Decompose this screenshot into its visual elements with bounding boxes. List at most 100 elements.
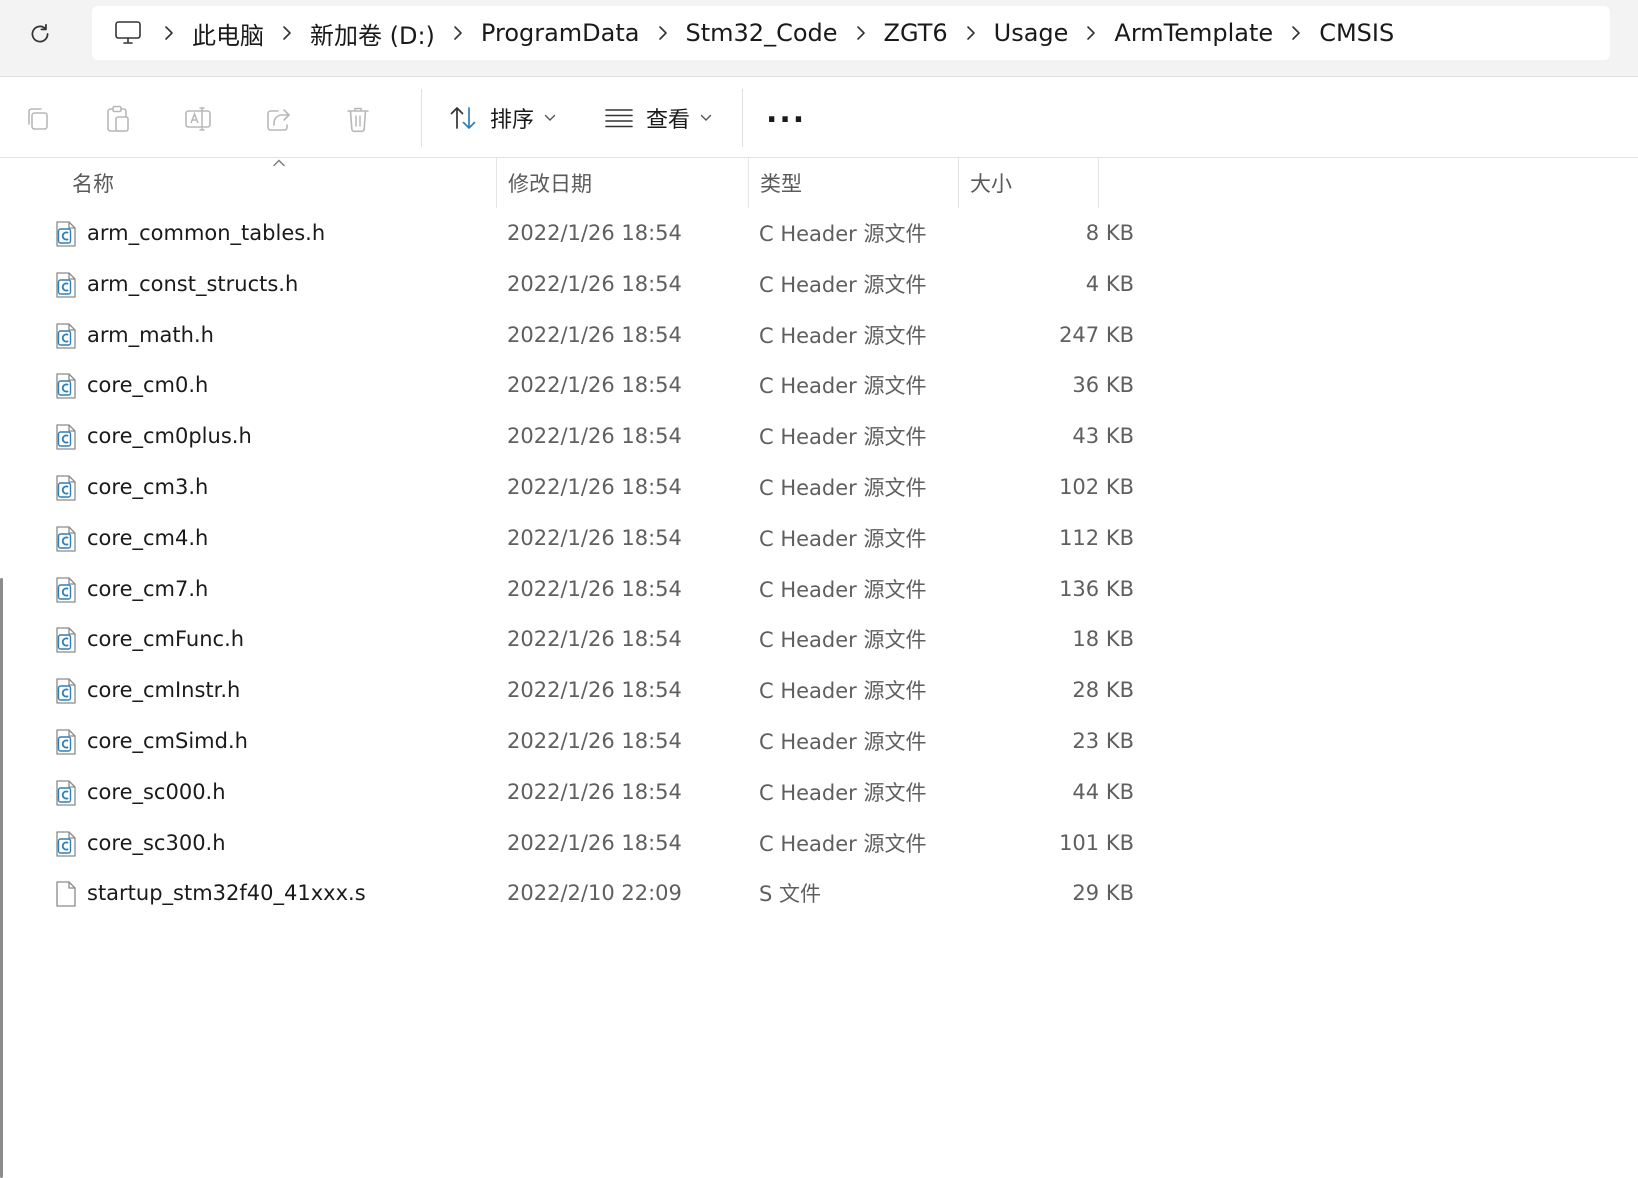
- file-name: core_sc300.h: [87, 830, 226, 855]
- copy-button[interactable]: [18, 99, 58, 139]
- file-name-cell[interactable]: core_cm4.h: [55, 513, 208, 563]
- c-file-icon: [55, 423, 77, 450]
- column-divider[interactable]: [1098, 158, 1099, 208]
- address-bar: 此电脑 新加卷 (D:) ProgramData Stm32_Code ZGT6 Usag…: [0, 0, 1638, 77]
- file-name-cell[interactable]: core_sc000.h: [55, 767, 226, 817]
- toolbar-divider: [421, 89, 422, 147]
- chevron-right-icon[interactable]: [1275, 18, 1317, 48]
- view-label: 查看: [646, 108, 691, 133]
- file-name-cell[interactable]: core_cm3.h: [55, 462, 208, 512]
- column-header-type[interactable]: 类型: [748, 158, 958, 208]
- chevron-right-icon[interactable]: [950, 18, 992, 48]
- chevron-right-icon[interactable]: [437, 18, 479, 48]
- column-size-label: 大小: [970, 172, 1012, 196]
- file-name: core_cm0.h: [87, 373, 209, 398]
- file-date: 2022/1/26 18:54: [507, 475, 682, 499]
- file-row[interactable]: core_cmSimd.h 2022/1/26 18:54 C Header 源文件…: [48, 716, 1134, 766]
- file-type: C Header 源文件: [759, 780, 927, 805]
- breadcrumb-item[interactable]: Usage: [992, 19, 1071, 47]
- file-name-cell[interactable]: core_cmSimd.h: [55, 716, 248, 766]
- file-type: C Header 源文件: [759, 679, 927, 704]
- toolbar-divider: [742, 89, 743, 147]
- file-name-cell[interactable]: startup_stm32f40_41xxx.s: [55, 868, 366, 918]
- file-row[interactable]: core_cm3.h 2022/1/26 18:54 C Header 源文件 102…: [48, 462, 1134, 512]
- file-size: 44 KB: [1072, 779, 1134, 804]
- file-date: 2022/1/26 18:54: [507, 424, 682, 449]
- file-size: 43 KB: [1072, 424, 1134, 449]
- file-row[interactable]: startup_stm32f40_41xxx.s 2022/2/10 22:09 S…: [48, 868, 1134, 918]
- chevron-right-icon[interactable]: [266, 18, 308, 48]
- column-header-size[interactable]: 大小: [958, 158, 1098, 208]
- breadcrumb-item[interactable]: Stm32_Code: [684, 19, 840, 47]
- file-list: 名称 修改日期 类型 大小 arm_common_tables.h 2022/1/…: [0, 158, 1638, 1178]
- file-row[interactable]: core_cmFunc.h 2022/1/26 18:54 C Header 源文件…: [48, 614, 1134, 664]
- file-size: 101 KB: [1059, 830, 1134, 855]
- file-row[interactable]: core_cm0plus.h 2022/1/26 18:54 C Header 源文…: [48, 411, 1134, 461]
- file-type: C Header 源文件: [759, 577, 927, 602]
- breadcrumb-item[interactable]: ProgramData: [479, 19, 642, 47]
- file-name-cell[interactable]: core_cmFunc.h: [55, 614, 244, 664]
- file-row[interactable]: arm_const_structs.h 2022/1/26 18:54 C Head…: [48, 259, 1134, 309]
- breadcrumb-item[interactable]: 新加卷 (D:): [308, 16, 437, 51]
- c-file-icon: [55, 728, 77, 755]
- file-row[interactable]: core_sc300.h 2022/1/26 18:54 C Header 源文件 1…: [48, 818, 1134, 868]
- rename-button[interactable]: [178, 99, 218, 139]
- file-size: 18 KB: [1072, 627, 1134, 652]
- file-size: 247 KB: [1059, 322, 1134, 347]
- view-button[interactable]: 查看: [604, 95, 712, 141]
- command-toolbar: 排序 查看 ...: [0, 77, 1638, 158]
- c-file-icon: [55, 372, 77, 400]
- breadcrumb-item[interactable]: ZGT6: [882, 19, 950, 47]
- file-row[interactable]: core_cm7.h 2022/1/26 18:54 C Header 源文件 136…: [48, 564, 1134, 614]
- sort-button[interactable]: 排序: [448, 95, 556, 141]
- file-name: arm_math.h: [87, 322, 214, 347]
- file-date: 2022/1/26 18:54: [507, 221, 682, 245]
- file-date: 2022/1/26 18:54: [507, 322, 682, 347]
- paste-button[interactable]: [98, 99, 138, 139]
- breadcrumb-item[interactable]: CMSIS: [1317, 19, 1396, 47]
- share-button[interactable]: [258, 99, 298, 139]
- refresh-button[interactable]: [20, 14, 60, 54]
- file-name-cell[interactable]: core_cm0.h: [55, 360, 208, 410]
- column-header-date[interactable]: 修改日期: [496, 158, 748, 208]
- more-options-label: ...: [766, 94, 807, 130]
- c-file-icon: [55, 271, 77, 298]
- breadcrumb-item[interactable]: ArmTemplate: [1112, 19, 1275, 47]
- file-name-cell[interactable]: core_cm7.h: [55, 564, 208, 614]
- c-file-icon: [55, 220, 77, 247]
- file-row[interactable]: core_cm4.h 2022/1/26 18:54 C Header 源文件 112…: [48, 513, 1134, 563]
- vertical-scrollbar[interactable]: [0, 578, 3, 1178]
- file-row[interactable]: arm_math.h 2022/1/26 18:54 C Header 源文件 247…: [48, 310, 1134, 360]
- file-name-cell[interactable]: core_cmInstr.h: [55, 665, 240, 715]
- delete-button[interactable]: [338, 99, 378, 139]
- chevron-down-icon: [544, 114, 556, 122]
- this-pc-icon[interactable]: [114, 20, 142, 46]
- column-name-label: 名称: [72, 172, 114, 196]
- file-name-cell[interactable]: core_sc300.h: [55, 818, 226, 868]
- sort-ascending-caret-icon: [273, 159, 285, 167]
- chevron-right-icon[interactable]: [642, 18, 684, 48]
- column-date-label: 修改日期: [508, 172, 592, 196]
- c-file-icon: [55, 779, 77, 806]
- file-row[interactable]: core_cm0.h 2022/1/26 18:54 C Header 源文件 36 …: [48, 360, 1134, 410]
- file-name-cell[interactable]: arm_const_structs.h: [55, 259, 298, 309]
- file-name-cell[interactable]: arm_math.h: [55, 310, 214, 360]
- file-name-cell[interactable]: core_cm0plus.h: [55, 411, 252, 461]
- file-row[interactable]: core_sc000.h 2022/1/26 18:54 C Header 源文件 4…: [48, 767, 1134, 817]
- chevron-right-icon[interactable]: [148, 18, 190, 48]
- sort-arrows-icon: [450, 107, 476, 129]
- chevron-right-icon[interactable]: [1070, 18, 1112, 48]
- more-options-button[interactable]: ...: [766, 89, 806, 135]
- file-name-cell[interactable]: arm_common_tables.h: [55, 208, 325, 258]
- view-list-icon: [605, 109, 633, 128]
- refresh-icon: [31, 23, 49, 43]
- breadcrumb[interactable]: 此电脑 新加卷 (D:) ProgramData Stm32_Code ZGT6 Usag…: [92, 6, 1610, 60]
- c-file-icon: [55, 525, 77, 552]
- file-row[interactable]: arm_common_tables.h 2022/1/26 18:54 C Head…: [48, 208, 1134, 258]
- share-icon: [267, 109, 290, 131]
- file-row[interactable]: core_cmInstr.h 2022/1/26 18:54 C Header 源文…: [48, 665, 1134, 715]
- file-size: 102 KB: [1059, 475, 1134, 499]
- breadcrumb-item[interactable]: 此电脑: [190, 16, 266, 51]
- file-date: 2022/1/26 18:54: [507, 678, 682, 703]
- chevron-right-icon[interactable]: [840, 18, 882, 48]
